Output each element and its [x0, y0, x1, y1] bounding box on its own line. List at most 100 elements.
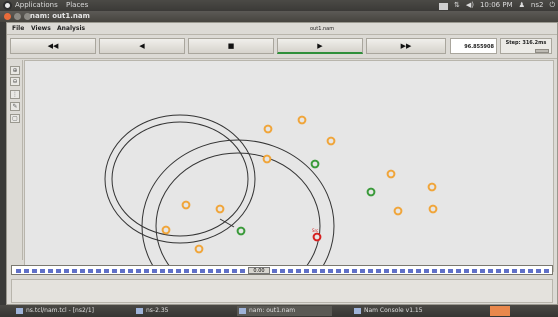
file-name-label: out1.nam [310, 26, 335, 32]
stop-button[interactable]: ■ [188, 38, 274, 54]
user-name[interactable]: ns2 [531, 0, 544, 11]
timeline-tick [464, 269, 469, 273]
mobile-node-red[interactable] [312, 232, 322, 242]
step-control[interactable]: Step: 316.2ms [500, 38, 552, 54]
timeline-tick [536, 269, 541, 273]
taskbar-item-terminal[interactable]: ns.tcl/nam.tcl - [ns2/1] [14, 306, 104, 316]
menu-file[interactable]: File [12, 23, 24, 35]
volume-icon[interactable]: ◀) [466, 0, 474, 11]
transmission-range-circle [104, 114, 256, 244]
timeline-tick [72, 269, 77, 273]
timeline-tick [336, 269, 341, 273]
taskbar-trash-icon[interactable] [490, 306, 510, 316]
timeline-tick [272, 269, 277, 273]
mobile-node-orange[interactable] [194, 244, 204, 254]
layout-icon[interactable]: ⋮ [10, 90, 20, 99]
mobile-node-orange[interactable] [427, 182, 437, 192]
mobile-node-orange[interactable] [326, 136, 336, 146]
node-label: Src [312, 228, 318, 233]
timeline-tick [448, 269, 453, 273]
window-title: nam: out1.nam [30, 12, 90, 20]
mobile-node-orange[interactable] [297, 115, 307, 125]
timeline-tick [328, 269, 333, 273]
play-button[interactable]: ▶ [277, 38, 363, 54]
window-buttons [4, 13, 31, 20]
close-icon[interactable] [4, 13, 11, 20]
edit-icon[interactable]: ✎ [10, 102, 20, 111]
network-icon[interactable]: ⇅ [454, 0, 460, 11]
timeline-tick [432, 269, 437, 273]
time-display: 96.855908 [450, 38, 497, 54]
mobile-node-green[interactable] [236, 226, 246, 236]
timeline-tick [280, 269, 285, 273]
timeline-tick [144, 269, 149, 273]
timeline-tick [208, 269, 213, 273]
mobile-node-orange[interactable] [215, 204, 225, 214]
transmission-range-circle [141, 139, 335, 273]
timeline-tick [456, 269, 461, 273]
zoom-out-icon[interactable]: ⊖ [10, 77, 20, 86]
timeline-tick [528, 269, 533, 273]
timeline-tick [352, 269, 357, 273]
timeline-tick [384, 269, 389, 273]
fast-forward-button[interactable]: ▶▶ [366, 38, 446, 54]
taskbar-item-nam[interactable]: nam: out1.nam [237, 306, 332, 316]
clock[interactable]: 10:06 PM [480, 0, 513, 11]
rewind-button[interactable]: ◀◀ [10, 38, 96, 54]
menu-analysis[interactable]: Analysis [57, 23, 85, 35]
timeline-tick [24, 269, 29, 273]
zoom-in-icon[interactable]: ⊕ [10, 66, 20, 75]
side-toolbar: ⊕ ⊖ ⋮ ✎ ▢ [7, 60, 23, 260]
transmission-range-circle [111, 121, 249, 237]
timeline-tick [504, 269, 509, 273]
timeline-tick [80, 269, 85, 273]
annotation-pane[interactable] [11, 279, 553, 303]
mobile-node-orange[interactable] [262, 154, 272, 164]
timeline-bar[interactable]: 0.00 [11, 265, 553, 275]
mobile-node-green[interactable] [366, 187, 376, 197]
timeline-tick [296, 269, 301, 273]
system-panel: Applications Places ⇅ ◀) 10:06 PM ♟ ns2 … [0, 0, 558, 11]
taskbar-item-folder[interactable]: ns-2.35 [134, 306, 194, 316]
timeline-tick [112, 269, 117, 273]
timeline-tick [416, 269, 421, 273]
animation-canvas[interactable]: Src [24, 60, 555, 273]
places-menu[interactable]: Places [66, 1, 88, 9]
mobile-node-green[interactable] [310, 159, 320, 169]
timeline-tick [88, 269, 93, 273]
timeline-tick [400, 269, 405, 273]
system-menu: Applications Places [15, 0, 94, 11]
timeline-tick [160, 269, 165, 273]
network-scene[interactable]: Src [25, 61, 555, 273]
timeline-tick [552, 269, 553, 273]
window-titlebar[interactable]: nam: out1.nam [0, 11, 558, 22]
mobile-node-orange[interactable] [161, 225, 171, 235]
timeline-tick [344, 269, 349, 273]
step-back-button[interactable]: ◀ [99, 38, 185, 54]
timeline-tick [224, 269, 229, 273]
minimize-icon[interactable] [14, 13, 21, 20]
taskbar-item-nam-console[interactable]: Nam Console v1.15 [352, 306, 452, 316]
mail-icon[interactable] [438, 3, 448, 10]
timeline-tick [480, 269, 485, 273]
mobile-node-orange[interactable] [428, 204, 438, 214]
step-slider[interactable] [535, 49, 549, 53]
timeline-tick [312, 269, 317, 273]
timeline-tick [184, 269, 189, 273]
mobile-node-orange[interactable] [393, 206, 403, 216]
timeline-tick [152, 269, 157, 273]
mobile-node-orange[interactable] [386, 169, 396, 179]
applications-menu[interactable]: Applications [15, 1, 58, 9]
mobile-node-orange[interactable] [263, 124, 273, 134]
timeline-tick [192, 269, 197, 273]
taskbar: ns.tcl/nam.tcl - [ns2/1] ns-2.35 nam: ou… [0, 305, 558, 317]
menu-views[interactable]: Views [31, 23, 51, 35]
timeline-tick [96, 269, 101, 273]
select-icon[interactable]: ▢ [10, 114, 20, 123]
mobile-node-orange[interactable] [181, 200, 191, 210]
ubuntu-logo-icon[interactable] [3, 1, 12, 10]
timeline-slider[interactable]: 0.00 [248, 267, 270, 274]
power-icon[interactable]: ⏻ [549, 0, 555, 11]
timeline-tick [168, 269, 173, 273]
timeline-tick [440, 269, 445, 273]
